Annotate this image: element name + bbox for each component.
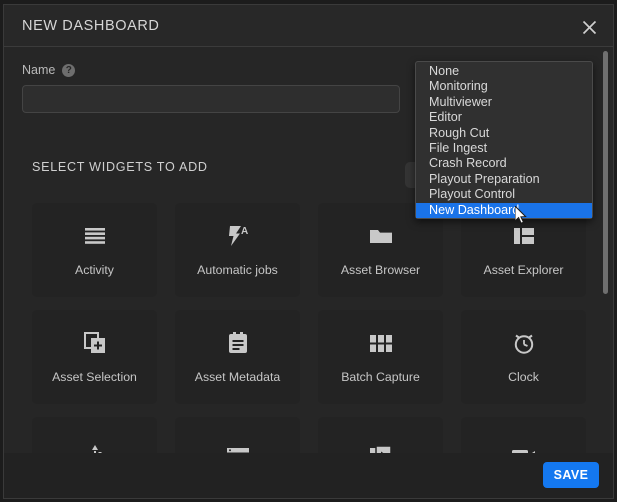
grid-explorer-icon <box>513 223 535 249</box>
widget-row: Asset Selection Asset Metadata Batch Cap… <box>32 310 592 404</box>
clipboard-icon <box>228 330 248 356</box>
widget-label: Automatic jobs <box>197 263 278 277</box>
dropdown-option-crash-record[interactable]: Crash Record <box>416 156 592 171</box>
widget-label: Activity <box>75 263 114 277</box>
svg-text:A: A <box>241 226 248 237</box>
widget-card-activity[interactable]: Activity <box>32 203 157 297</box>
dropdown-option-editor[interactable]: Editor <box>416 110 592 125</box>
select-widgets-title: SELECT WIDGETS TO ADD <box>32 160 208 174</box>
dropdown-option-playout-preparation[interactable]: Playout Preparation <box>416 172 592 187</box>
widget-card-asset-metadata[interactable]: Asset Metadata <box>175 310 300 404</box>
widget-card-clock[interactable]: Clock <box>461 310 586 404</box>
list-lines-icon <box>84 223 106 249</box>
dialog-footer: SAVE <box>4 453 613 498</box>
templates-dropdown-list[interactable]: None Monitoring Multiviewer Editor Rough… <box>415 61 593 224</box>
dialog-header: NEW DASHBOARD <box>4 5 613 47</box>
new-dashboard-dialog: NEW DASHBOARD Name ? Templa <box>3 4 614 499</box>
help-icon[interactable]: ? <box>62 63 76 77</box>
widget-card-player-stack[interactable] <box>318 417 443 456</box>
add-copy-icon <box>83 330 106 356</box>
widget-label: Clock <box>508 370 539 384</box>
widget-card-batch-capture[interactable]: Batch Capture <box>318 310 443 404</box>
save-button[interactable]: SAVE <box>543 462 599 488</box>
widget-card-automatic-jobs[interactable]: A Automatic jobs <box>175 203 300 297</box>
widget-label: Batch Capture <box>341 370 420 384</box>
folder-icon <box>369 223 393 249</box>
widget-grid: Activity A Automatic jobs Asset Browser … <box>32 203 592 456</box>
grid-squares-icon <box>369 330 392 356</box>
widget-label: Asset Browser <box>340 263 421 277</box>
dialog-title: NEW DASHBOARD <box>22 18 160 34</box>
widget-card-asset-selection[interactable]: Asset Selection <box>32 310 157 404</box>
scrollbar-thumb[interactable] <box>603 51 608 294</box>
vertical-scrollbar[interactable] <box>601 48 610 456</box>
dropdown-option-monitoring[interactable]: Monitoring <box>416 79 592 94</box>
dropdown-option-new-dashboard[interactable]: New Dashboard <box>416 202 592 218</box>
widget-label: Asset Explorer <box>483 263 564 277</box>
widget-card-usb[interactable] <box>32 417 157 456</box>
widget-card-list-rows[interactable] <box>175 417 300 456</box>
close-icon[interactable] <box>575 13 603 41</box>
widget-card-camera-add[interactable] <box>461 417 586 456</box>
widget-label: Asset Metadata <box>194 370 281 384</box>
dropdown-option-multiviewer[interactable]: Multiviewer <box>416 95 592 110</box>
dropdown-option-none[interactable]: None <box>416 64 592 79</box>
name-label-row: Name ? <box>22 62 400 78</box>
dropdown-option-playout-control[interactable]: Playout Control <box>416 187 592 202</box>
lightning-a-icon: A <box>225 223 251 249</box>
dropdown-option-rough-cut[interactable]: Rough Cut <box>416 126 592 141</box>
alarm-clock-icon <box>512 330 536 356</box>
name-input[interactable] <box>22 85 400 113</box>
screen: NEW DASHBOARD Name ? Templa <box>0 0 617 502</box>
name-field-group: Name ? <box>22 62 400 113</box>
name-label: Name <box>22 63 56 77</box>
dropdown-option-file-ingest[interactable]: File Ingest <box>416 141 592 156</box>
widget-label: Asset Selection <box>52 370 137 384</box>
widget-row <box>32 417 592 456</box>
